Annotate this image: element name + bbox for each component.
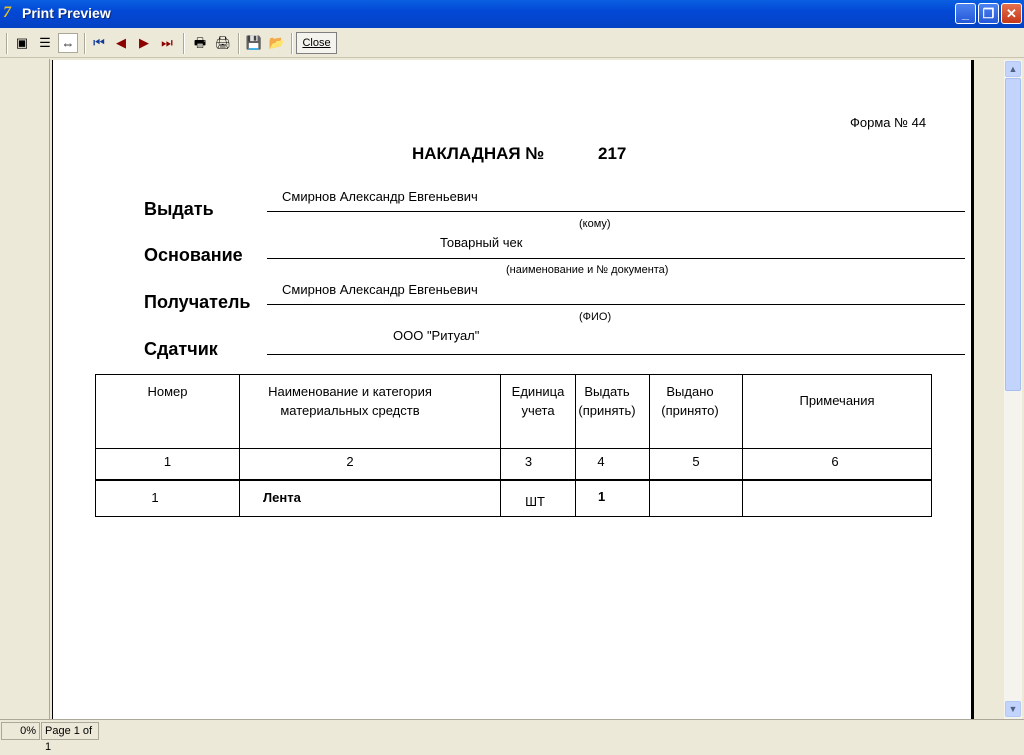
vertical-scrollbar[interactable]: ▲ ▼ — [1004, 60, 1022, 719]
left-gutter — [0, 59, 50, 719]
continuous-view-icon[interactable]: ☰ — [35, 33, 55, 53]
save-icon[interactable]: 💾 — [244, 33, 264, 53]
separator — [183, 33, 185, 54]
toolbar: ▣ ☰ ⇔ ⏮ ◀ ▶ ⏭ 🖶 🖨 💾 📂 Close — [0, 28, 1024, 58]
field-value-basis: Товарный чек — [440, 235, 523, 250]
header-name: Наименование и категория материальных сре… — [268, 384, 432, 418]
col-number: 2 — [346, 454, 354, 469]
scroll-up-icon[interactable]: ▲ — [1005, 61, 1021, 77]
col-number: 6 — [831, 454, 839, 469]
doc-title: НАКЛАДНАЯ № — [412, 144, 545, 163]
header-number: Номер — [147, 384, 188, 399]
underline — [267, 304, 965, 305]
title-bar: 7 Print Preview _ ❐ ✕ — [0, 0, 1024, 28]
form-number: Форма № 44 — [850, 115, 927, 130]
field-value-issue: Смирнов Александр Евгеньевич — [282, 189, 478, 204]
app-icon: 7 — [3, 4, 11, 21]
col-number: 4 — [597, 454, 605, 469]
close-window-button[interactable]: ✕ — [1001, 3, 1022, 24]
underline — [267, 354, 965, 355]
one-page-view-icon[interactable]: ▣ — [12, 33, 32, 53]
field-label-issue: Выдать — [144, 199, 214, 219]
window-title: Print Preview — [22, 5, 111, 21]
col-number: 3 — [524, 454, 533, 469]
field-value-recipient: Смирнов Александр Евгеньевич — [282, 282, 478, 297]
separator — [238, 33, 240, 54]
prev-page-icon[interactable]: ◀ — [111, 33, 131, 53]
separator — [84, 33, 86, 54]
field-hint-recipient: (ФИО) — [579, 311, 612, 323]
col-number: 1 — [163, 454, 172, 469]
last-page-icon[interactable]: ⏭ — [157, 33, 177, 53]
header-issue: Выдать (принять) — [578, 384, 636, 418]
header-unit: Единица учета — [511, 384, 565, 418]
minimize-button[interactable]: _ — [955, 3, 976, 24]
zoom-status: 0% — [1, 722, 40, 740]
field-label-recipient: Получатель — [144, 292, 251, 312]
field-label-sender: Сдатчик — [144, 339, 218, 359]
print-icon[interactable]: 🖨 — [213, 33, 233, 53]
underline — [267, 258, 965, 259]
scroll-down-icon[interactable]: ▼ — [1005, 701, 1021, 717]
next-page-icon[interactable]: ▶ — [134, 33, 154, 53]
header-issued: Выдано (принято) — [661, 384, 719, 418]
col-number: 5 — [692, 454, 700, 469]
underline — [267, 211, 965, 212]
separator — [6, 33, 8, 54]
doc-number: 217 — [598, 144, 627, 163]
scroll-thumb[interactable] — [1005, 78, 1021, 391]
field-hint-issue: (кому) — [579, 218, 611, 230]
field-hint-basis: (наименование и № документа) — [506, 264, 669, 276]
close-button[interactable]: Close — [296, 32, 337, 54]
first-page-icon[interactable]: ⏮ — [89, 33, 109, 53]
field-value-sender: ООО "Ритуал" — [393, 328, 480, 343]
open-icon[interactable]: 📂 — [267, 33, 287, 53]
separator — [291, 33, 293, 54]
status-bar: 0% Page 1 of 1 — [0, 719, 1024, 753]
restore-button[interactable]: ❐ — [978, 3, 999, 24]
page-status: Page 1 of 1 — [41, 722, 99, 753]
print-setup-icon[interactable]: 🖶 — [190, 33, 210, 53]
field-label-basis: Основание — [144, 245, 243, 265]
fit-width-icon[interactable]: ⇔ — [58, 33, 78, 53]
header-notes: Примечания — [799, 393, 875, 408]
